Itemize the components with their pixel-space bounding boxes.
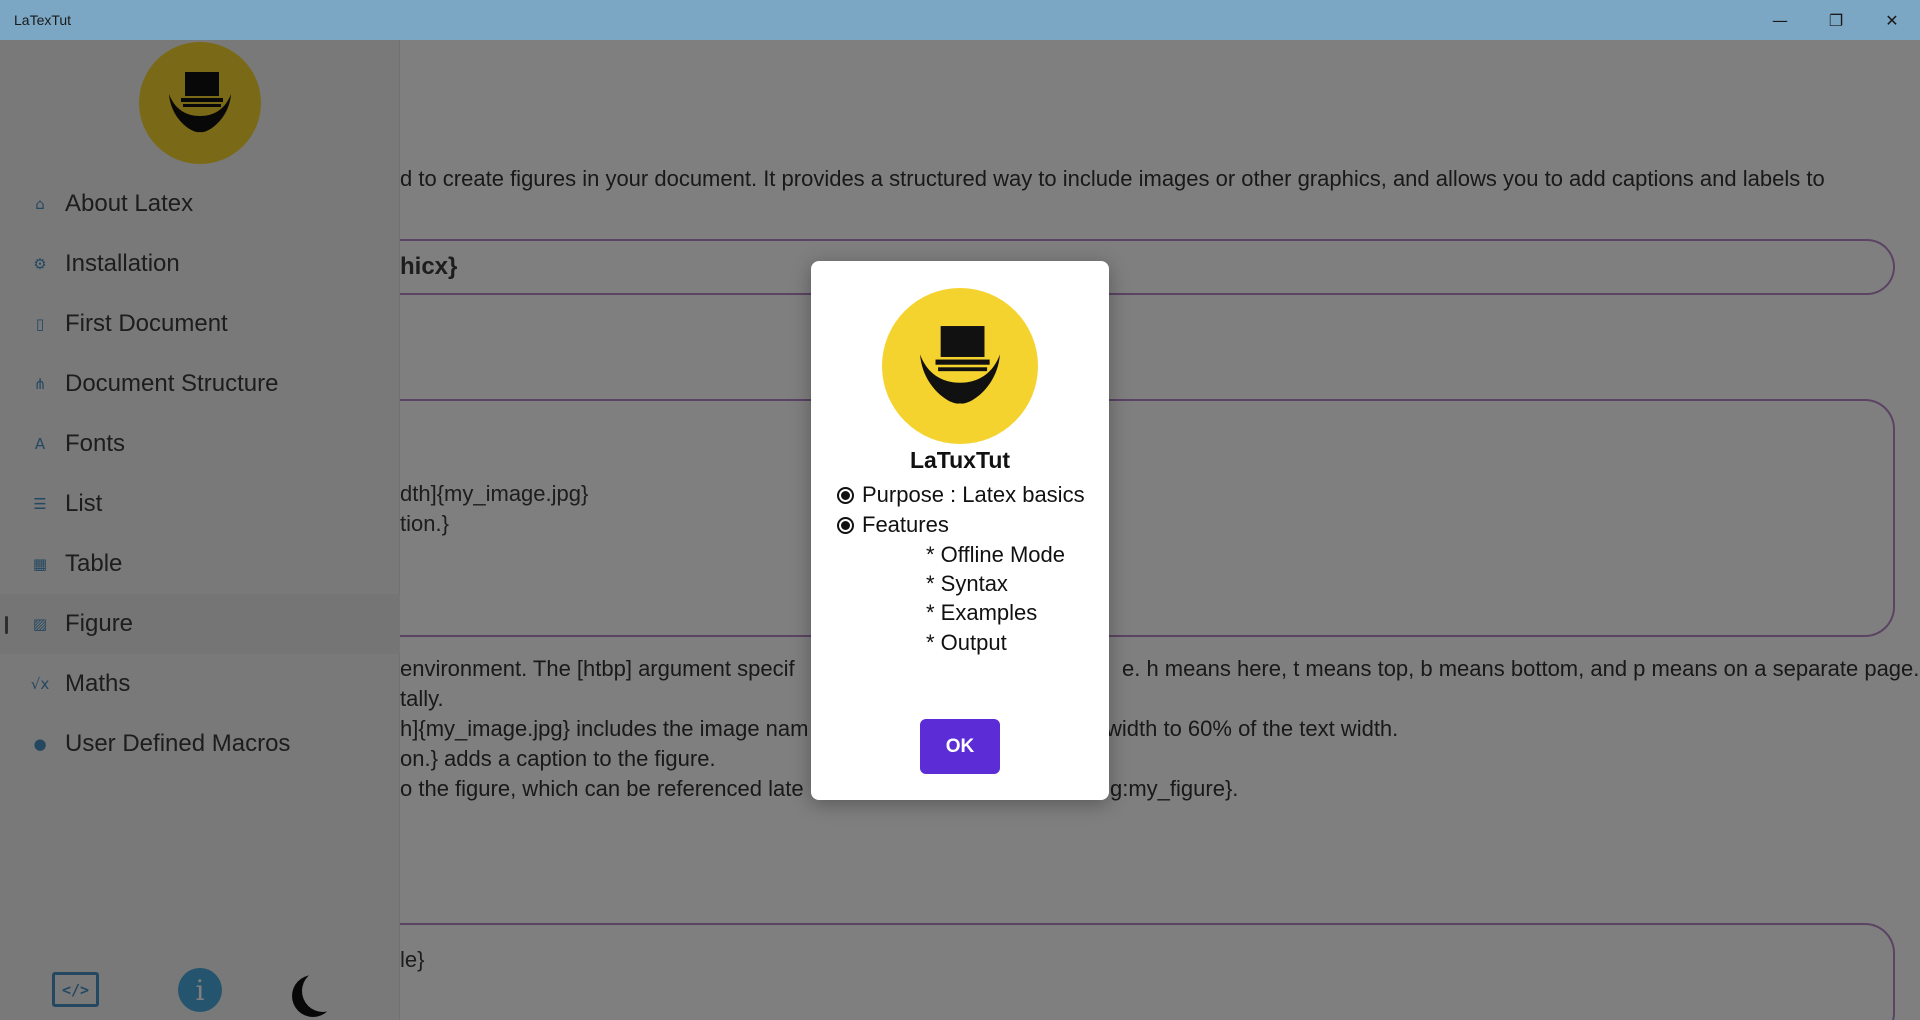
title-bar: LaTexTut — ❐ ✕ — [0, 0, 1920, 40]
bullet-radio-icon — [837, 486, 854, 504]
window-title: LaTexTut — [14, 12, 72, 28]
ok-button[interactable]: OK — [920, 719, 1000, 774]
purpose-row: Purpose : Latex basics — [837, 482, 1085, 508]
feature-item: * Syntax — [926, 571, 1008, 596]
features-text: Features — [862, 512, 949, 537]
maximize-button[interactable]: ❐ — [1808, 0, 1864, 40]
close-button[interactable]: ✕ — [1864, 0, 1920, 40]
dialog-logo — [882, 288, 1038, 444]
bullet-radio-icon — [837, 516, 854, 534]
minimize-button[interactable]: — — [1752, 0, 1808, 40]
feature-item: * Examples — [926, 600, 1038, 625]
dialog-title: LaTuxTut — [909, 447, 1011, 473]
feature-item: * Offline Mode — [926, 542, 1066, 567]
purpose-text: Purpose : Latex basics — [862, 482, 1085, 507]
features-row: Features — [837, 512, 949, 538]
feature-item: * Output — [926, 630, 1007, 655]
about-dialog: LaTuxTut Purpose : Latex basics Features… — [811, 261, 1109, 800]
laptop-hand-logo-icon — [920, 326, 1000, 404]
